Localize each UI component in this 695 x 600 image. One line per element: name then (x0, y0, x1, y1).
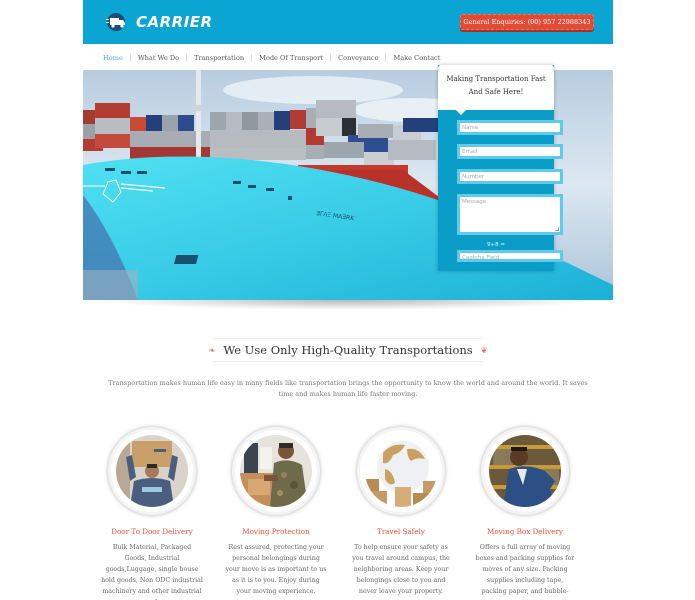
resize-handle[interactable] (555, 227, 559, 231)
man-carrying-box-photo (116, 435, 188, 507)
nav-separator (330, 54, 332, 62)
number-input[interactable]: Number (457, 169, 563, 184)
feature-text: Offers a full array of moving boxes and … (475, 544, 575, 600)
message-textarea[interactable]: Message (457, 194, 563, 235)
nav-item-what-we-do[interactable]: What We Do (138, 54, 179, 62)
soldier-packing-boxes-photo (240, 435, 312, 507)
nav-item-make-contact[interactable]: Make Contact (393, 54, 440, 62)
form-notch (456, 110, 466, 115)
main-nav: Home What We Do Transportation Mode Of T… (103, 52, 440, 64)
feature-image-frame[interactable] (357, 427, 445, 515)
feature-title[interactable]: Door To Door Delivery (97, 527, 207, 536)
feature-moving-protection: Moving Protection Rest assured, protecti… (221, 427, 331, 597)
message-placeholder: Message (462, 199, 487, 205)
feature-travel-safely: Travel Safely To help ensure your safety… (346, 427, 456, 597)
feature-image-frame[interactable] (232, 427, 320, 515)
name-input[interactable]: Name (457, 120, 563, 135)
warehouse-worker-photo (489, 435, 561, 507)
swirl-ornament-left-icon: ❧ (208, 345, 216, 355)
delivery-truck-icon (106, 13, 132, 31)
nav-item-home[interactable]: Home (103, 54, 123, 62)
nav-separator (385, 54, 387, 62)
feature-title[interactable]: Travel Safely (346, 527, 456, 536)
feature-image-frame[interactable] (481, 427, 569, 515)
email-input[interactable]: Email (457, 144, 563, 159)
section-intro: Transportation makes human life easy in … (108, 379, 588, 398)
section-title: We Use Only High-Quality Transportations (223, 343, 473, 357)
feature-title[interactable]: Moving Protection (221, 527, 331, 536)
nav-separator (129, 54, 131, 62)
form-title: Making Transportation Fast And Safe Here… (438, 65, 554, 110)
feature-moving-box-delivery: Moving Box Delivery Offers a full array … (470, 427, 580, 600)
hero-shadow (93, 300, 603, 310)
feature-image-frame[interactable] (108, 427, 196, 515)
header: CARRIER General Enquiries: (00) 957 2298… (83, 0, 613, 44)
globe-with-boxes-photo (365, 435, 437, 507)
captcha-question: 9+8 = (487, 242, 505, 248)
captcha-input[interactable]: Captcha Field (457, 250, 563, 262)
feature-text: Rest assured, protecting your personal b… (225, 544, 327, 595)
section-heading: ❧ We Use Only High-Quality Transportatio… (209, 338, 487, 362)
nav-item-mode-of-transport[interactable]: Mode Of Transport (259, 54, 323, 62)
general-enquiries-button[interactable]: General Enquiries: (00) 957 22988343 (460, 14, 594, 30)
logo-text: CARRIER (136, 13, 213, 31)
feature-door-to-door: Door To Door Delivery Bulk Material, Pac… (97, 427, 207, 600)
nav-separator (251, 54, 253, 62)
contact-form: Making Transportation Fast And Safe Here… (438, 65, 563, 271)
swirl-ornament-right-icon: ❦ (480, 345, 488, 355)
nav-item-conveyance[interactable]: Conveyance (338, 54, 378, 62)
feature-title[interactable]: Moving Box Delivery (470, 527, 580, 536)
feature-text: Bulk Material, Packaged Goods, Industria… (101, 544, 203, 600)
feature-text: To help ensure your safety as you travel… (352, 544, 450, 595)
nav-separator (186, 54, 188, 62)
logo[interactable]: CARRIER (106, 13, 213, 31)
nav-item-transportation[interactable]: Transportation (194, 54, 244, 62)
